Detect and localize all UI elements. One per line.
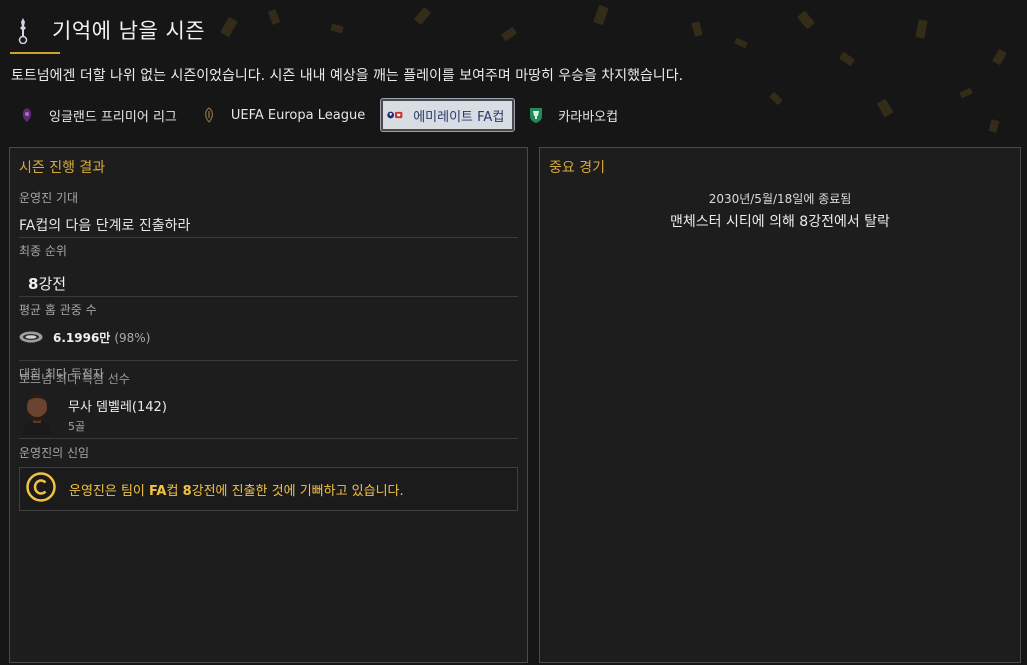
top-scorer-label-stack: 대회 최다 득점자 토트넘 최다 득점 선수 <box>19 365 518 387</box>
top-scorer-row: 무사 뎀벨레(142) 5골 <box>19 391 518 439</box>
carabao-cup-icon <box>528 107 544 123</box>
fa-cup-icon <box>387 107 403 123</box>
match-result[interactable]: 맨체스터 시티에 의해 8강전에서 탈락 <box>540 211 1020 231</box>
confidence-text-bold: 8 <box>182 483 192 499</box>
final-position-value: 8강전 <box>28 273 518 294</box>
spurs-cockerel-icon <box>10 15 36 45</box>
club-top-scorer-label: 토트넘 최다 득점 선수 <box>19 372 130 386</box>
tab-label: UEFA Europa League <box>230 107 366 123</box>
title-underline <box>10 52 60 54</box>
club-confidence-icon <box>25 471 57 507</box>
attendance-label: 평균 홈 관중 수 <box>19 303 97 317</box>
divider <box>19 237 518 238</box>
player-goals: 5골 <box>68 420 86 433</box>
tab-premier-league[interactable]: 잉글랜드 프리미어 리그 <box>11 99 187 131</box>
confidence-text-bold: FA <box>149 483 167 499</box>
divider <box>19 438 518 439</box>
final-position-label: 최종 순위 <box>19 244 67 258</box>
player-avatar[interactable] <box>19 391 55 439</box>
tab-label: 카라바오컵 <box>558 109 619 125</box>
panel-title: 중요 경기 <box>549 160 605 176</box>
tab-europa-league[interactable]: UEFA Europa League <box>193 99 375 131</box>
match-date: 2030년/5월/18일에 종료됨 <box>708 192 852 206</box>
confidence-text-part: 운영진은 팀이 <box>69 483 150 499</box>
attendance-value: 6.1996만 <box>53 331 111 345</box>
final-position-text: 강전 <box>38 275 67 293</box>
final-position-section: 최종 순위 8강전 <box>19 242 518 294</box>
expectation-section: 운영진 기대 FA컵의 다음 단계로 진출하라 <box>19 189 518 235</box>
page-header: 기억에 남을 시즌 <box>10 8 205 52</box>
panel-title: 시즌 진행 결과 <box>19 160 106 176</box>
expectation-label: 운영진 기대 <box>19 191 79 205</box>
tab-label: 잉글랜드 프리미어 리그 <box>49 109 177 125</box>
confidence-label: 운영진의 신임 <box>19 446 90 460</box>
confidence-message: 운영진은 팀이 FA컵 8강전에 진출한 것에 기뻐하고 있습니다. <box>69 480 404 499</box>
stadium-icon <box>19 328 43 347</box>
attendance-row: 6.1996만 (98%) <box>19 328 518 347</box>
attendance-section: 평균 홈 관중 수 6.1996만 (98%) <box>19 301 518 347</box>
expectation-value: FA컵의 다음 단계로 진출하라 <box>19 218 191 234</box>
confidence-text-part: 컵 <box>166 483 183 499</box>
season-summary-text: 토트넘에겐 더할 나위 없는 시즌이었습니다. 시즌 내내 예상을 깨는 플레이… <box>11 68 684 84</box>
player-info: 무사 뎀벨레(142) 5골 <box>68 396 167 434</box>
tab-carabao-cup[interactable]: 카라바오컵 <box>520 99 628 131</box>
confidence-box: 운영진은 팀이 FA컵 8강전에 진출한 것에 기뻐하고 있습니다. <box>19 467 518 511</box>
season-result-panel: 시즌 진행 결과 운영진 기대 FA컵의 다음 단계로 진출하라 최종 순위 8… <box>9 147 528 663</box>
attendance-percent: (98%) <box>114 330 151 345</box>
tab-label: 에미레이트 FA컵 <box>413 109 505 125</box>
confidence-section: 운영진의 신임 <box>19 444 518 461</box>
confidence-text-part: 강전에 진출한 것에 기뻐하고 있습니다. <box>191 483 404 499</box>
final-position-number: 8 <box>28 275 39 293</box>
player-name[interactable]: 무사 뎀벨레(142) <box>68 396 167 415</box>
page-title: 기억에 남을 시즌 <box>52 19 206 43</box>
divider <box>19 296 518 297</box>
premier-league-icon <box>19 107 35 123</box>
europa-league-icon <box>201 107 217 123</box>
competition-tabs: 잉글랜드 프리미어 리그 UEFA Europa League 에미레이트 FA… <box>11 98 634 132</box>
top-scorer-section: 대회 최다 득점자 토트넘 최다 득점 선수 무사 뎀벨레(142) 5골 <box>19 365 518 439</box>
key-matches-panel: 중요 경기 2030년/5월/18일에 종료됨 맨체스터 시티에 의해 8강전에… <box>539 147 1021 663</box>
divider <box>19 360 518 361</box>
tab-fa-cup[interactable]: 에미레이트 FA컵 <box>380 98 516 132</box>
